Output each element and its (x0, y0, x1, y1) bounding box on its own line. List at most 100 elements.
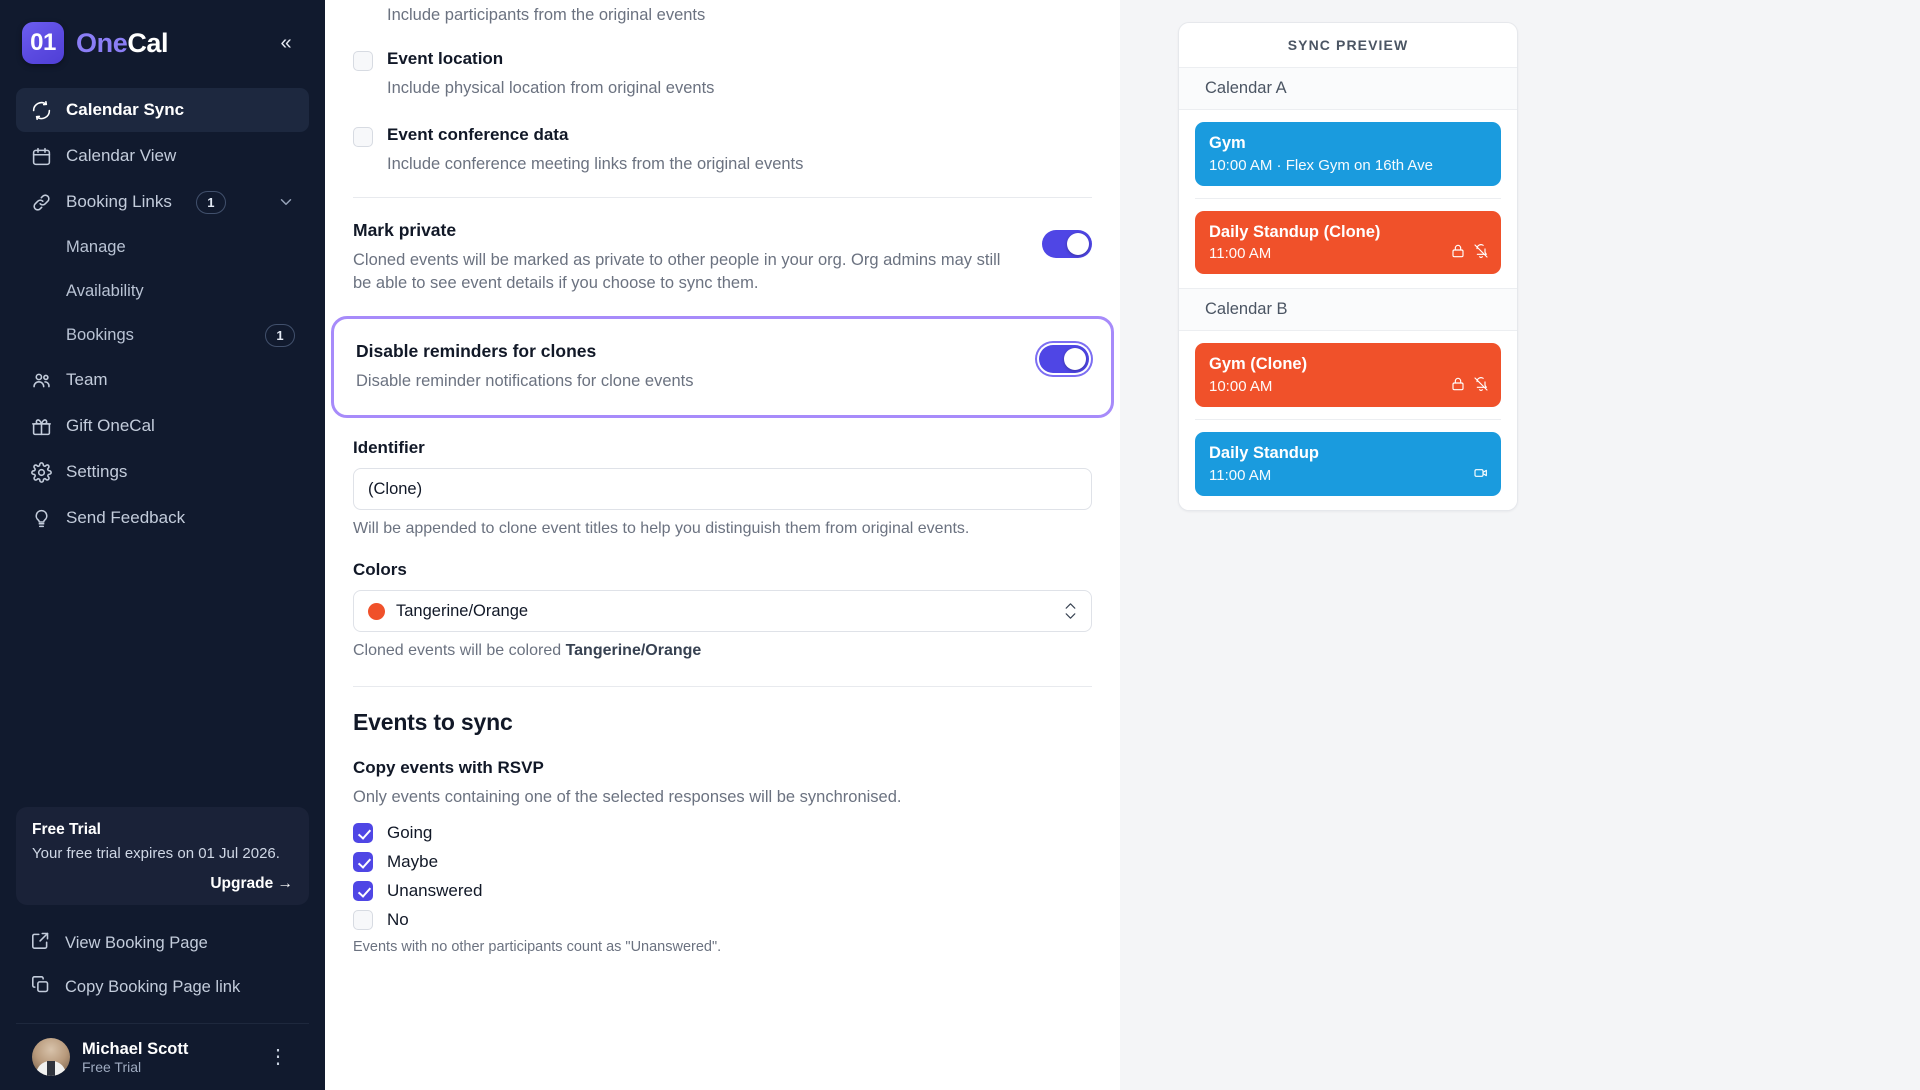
sidebar-item-booking-links[interactable]: Booking Links 1 (16, 180, 309, 224)
event-card-gym[interactable]: Gym 10:00 AM · Flex Gym on 16th Ave (1195, 122, 1501, 186)
color-swatch-icon (368, 602, 385, 620)
mark-private-row: Mark private Cloned events will be marke… (353, 220, 1092, 296)
rsvp-option-unanswered[interactable]: Unanswered (353, 881, 1092, 902)
logo-mark-icon: 01 (22, 22, 64, 64)
rsvp-going-checkbox[interactable] (353, 823, 373, 844)
event-title: Daily Standup (Clone) (1209, 222, 1381, 241)
event-conference-data-checkbox[interactable] (353, 126, 373, 147)
app-logo[interactable]: 01 OneCal (22, 22, 169, 64)
mark-private-texts: Mark private Cloned events will be marke… (353, 220, 1022, 296)
disable-reminders-title: Disable reminders for clones (356, 340, 597, 361)
event-icons (1450, 376, 1489, 397)
sidebar-item-calendar-sync[interactable]: Calendar Sync (16, 88, 309, 132)
rsvp-option-going[interactable]: Going (353, 823, 1092, 844)
double-chevron-left-icon[interactable]: « (269, 26, 303, 60)
event-title: Gym (Clone) (1209, 355, 1308, 374)
rsvp-no-checkbox[interactable] (353, 910, 373, 931)
sidebar-item-team[interactable]: Team (16, 358, 309, 402)
trial-text: Your free trial expires on 01 Jul 2026. (32, 845, 280, 863)
rsvp-maybe-checkbox[interactable] (353, 852, 373, 873)
checkbox-label: Event conference data (387, 124, 569, 144)
colors-select-wrap: Tangerine/Orange (353, 590, 1092, 633)
identifier-help: Will be appended to clone event titles t… (353, 520, 970, 538)
sidebar-item-calendar-view[interactable]: Calendar View (16, 134, 309, 178)
event-separator (1195, 197, 1501, 199)
sync-preview-header: SYNC PREVIEW (1179, 23, 1517, 68)
section-divider-2 (353, 686, 1092, 688)
event-icons (1450, 243, 1489, 264)
colors-select[interactable]: Tangerine/Orange (353, 590, 1092, 633)
sidebar-item-bookings[interactable]: Bookings 1 (16, 314, 309, 356)
event-location-checkbox[interactable] (353, 51, 373, 72)
link-icon (30, 191, 52, 213)
rsvp-option-label: No (387, 910, 409, 930)
event-icons (1473, 465, 1489, 486)
disable-reminders-toggle[interactable] (1039, 344, 1089, 373)
rsvp-option-no[interactable]: No (353, 910, 1092, 931)
sidebar-item-gift-onecal[interactable]: Gift OneCal (16, 404, 309, 448)
event-card-daily-standup[interactable]: Daily Standup 11:00 AM (1195, 431, 1501, 496)
checkbox-block-participants: Include participants from the original e… (353, 0, 1092, 26)
mark-private-title: Mark private (353, 219, 457, 240)
chevron-down-icon[interactable] (277, 193, 295, 211)
sidebar-footer: Free Trial Your free trial expires on 01… (0, 807, 325, 1090)
sidebar-item-manage[interactable]: Manage (16, 226, 309, 268)
avatar (32, 1038, 70, 1076)
user-info: Michael Scott Free Trial (82, 1039, 188, 1076)
sidebar-item-availability[interactable]: Availability (16, 270, 309, 312)
disable-reminders-texts: Disable reminders for clones Disable rem… (356, 341, 1019, 393)
sidebar-item-label: Gift OneCal (66, 416, 155, 435)
user-name: Michael Scott (82, 1039, 189, 1058)
form-inner: Include participants from the original e… (331, 0, 1114, 956)
mark-private-toggle[interactable] (1042, 229, 1092, 258)
view-booking-page-link[interactable]: View Booking Page (16, 921, 309, 965)
identifier-field-block: Identifier Will be appended to clone eve… (353, 438, 1092, 538)
bookings-badge: 1 (265, 323, 295, 347)
event-title: Daily Standup (1209, 443, 1320, 462)
user-profile-row[interactable]: Michael Scott Free Trial ⋮ (16, 1023, 309, 1076)
copy-booking-page-link[interactable]: Copy Booking Page link (16, 965, 309, 1009)
user-plan: Free Trial (82, 1059, 142, 1076)
checkbox-description: Include participants from the original e… (387, 6, 706, 24)
upgrade-link[interactable]: Upgrade → (32, 875, 293, 893)
disable-reminders-row: Disable reminders for clones Disable rem… (356, 341, 1089, 393)
colors-help-prefix: Cloned events will be colored (353, 642, 566, 660)
rsvp-unanswered-checkbox[interactable] (353, 881, 373, 902)
sidebar-item-send-feedback[interactable]: Send Feedback (16, 496, 309, 540)
checkbox-row[interactable] (353, 0, 1092, 2)
checkbox-row[interactable]: Event location (353, 46, 1092, 72)
sidebar-item-label: Booking Links (66, 192, 172, 211)
sync-icon (30, 99, 52, 121)
calendar-icon (30, 145, 52, 167)
rsvp-option-maybe[interactable]: Maybe (353, 852, 1092, 873)
sidebar-subitem-label: Availability (66, 281, 144, 300)
copy-icon (30, 974, 51, 1000)
identifier-label: Identifier (353, 438, 425, 458)
rsvp-title: Copy events with RSVP (353, 758, 544, 778)
people-icon (30, 369, 52, 391)
colors-help: Cloned events will be colored Tangerine/… (353, 642, 1092, 660)
identifier-input[interactable] (353, 468, 1092, 511)
checkbox-row[interactable]: Event conference data (353, 122, 1092, 147)
colors-help-value: Tangerine/Orange (565, 642, 702, 660)
event-separator (1195, 418, 1501, 420)
free-trial-card: Free Trial Your free trial expires on 01… (16, 807, 309, 905)
toggle-knob (1067, 232, 1089, 255)
select-chevrons-icon[interactable] (1064, 602, 1077, 620)
rsvp-footnote: Events with no other participants count … (353, 939, 722, 956)
sidebar-item-settings[interactable]: Settings (16, 450, 309, 494)
event-card-gym-clone[interactable]: Gym (Clone) 10:00 AM (1195, 343, 1501, 407)
event-card-daily-standup-clone[interactable]: Daily Standup (Clone) 11:00 AM (1195, 210, 1501, 275)
event-subtitle: 11:00 AM (1209, 245, 1272, 263)
event-title: Gym (1209, 134, 1246, 152)
events-to-sync-title: Events to sync (353, 709, 513, 736)
lightbulb-icon (30, 507, 52, 529)
colors-selected-value: Tangerine/Orange (396, 601, 529, 620)
sidebar-header: 01 OneCal « (0, 0, 325, 70)
link-label: Copy Booking Page link (65, 977, 241, 996)
video-icon (1473, 465, 1489, 486)
main-content: Include participants from the original e… (325, 0, 1920, 1090)
vertical-dots-icon[interactable]: ⋮ (268, 1047, 293, 1067)
rsvp-option-label: Going (387, 823, 433, 843)
link-label: View Booking Page (65, 933, 208, 952)
